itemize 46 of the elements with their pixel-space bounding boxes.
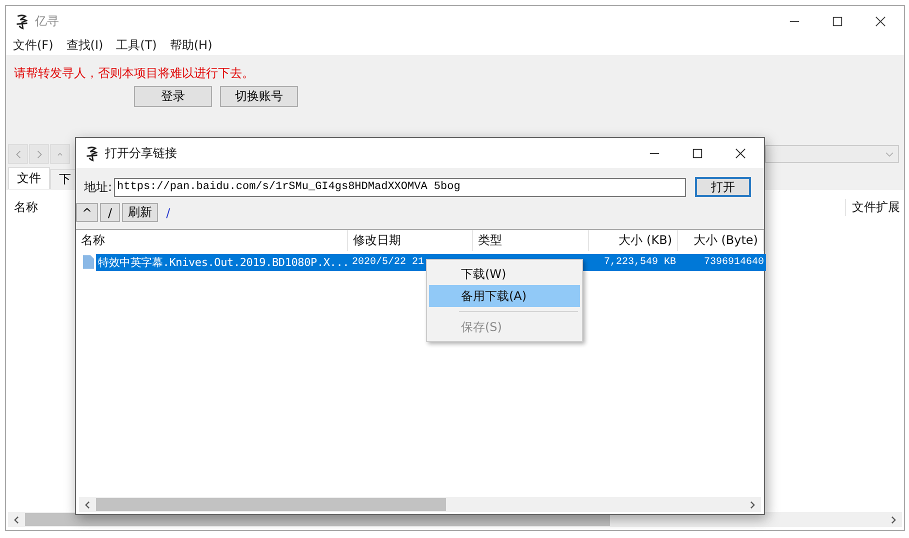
toolbar-button[interactable]: ^ [76, 203, 98, 222]
column-header[interactable]: 大小 (Byte) [678, 230, 764, 251]
tab[interactable]: 文件 [8, 167, 50, 189]
size-kb: 7,223,549 KB [602, 256, 677, 268]
size-bytes: 7396914640 [702, 256, 765, 268]
chevron-up-icon [57, 152, 63, 156]
open-button[interactable]: 打开 [695, 177, 752, 197]
column-header[interactable]: 修改日期 [348, 230, 473, 251]
file-name: 特效中英字幕.Knives.Out.2019.BD1080P.X... [97, 254, 348, 270]
address-field[interactable]: https://pan.baidu.com/s/1rSMu_GI4gs8HDMadXXOMVA 5bog [114, 178, 686, 196]
notice-text: 请帮转发寻人，否则本项目将难以进行下去。 [14, 65, 255, 82]
menu-item[interactable]: 工具(T) [116, 37, 157, 54]
menu-item[interactable]: 帮助(H) [170, 37, 212, 54]
login-button[interactable]: 登录 [134, 86, 212, 107]
column-header[interactable]: 文件扩展 [845, 199, 900, 216]
toolbar-button[interactable]: / [100, 203, 120, 222]
chevron-right-icon[interactable] [891, 516, 896, 524]
modified-date: 2020/5/22 21 [351, 256, 426, 268]
chevron-left-icon[interactable] [85, 500, 90, 508]
menu-item[interactable]: 查找(I) [66, 37, 104, 54]
menu-item[interactable]: 文件(F) [13, 37, 54, 54]
maximize-icon[interactable] [832, 16, 843, 26]
horizontal-scrollbar[interactable] [79, 497, 761, 512]
chevron-right-icon[interactable] [750, 500, 755, 508]
column-header[interactable]: 大小 (KB) [589, 230, 678, 251]
file-icon [83, 255, 94, 269]
logo-icon [15, 12, 29, 30]
column-header[interactable]: 名称 [76, 230, 348, 251]
column-header[interactable]: 类型 [473, 230, 589, 251]
close-icon[interactable] [735, 148, 746, 158]
window-title: 亿寻 [35, 12, 59, 30]
chevron-left-icon[interactable] [14, 516, 19, 524]
chevron-left-icon [14, 150, 22, 158]
refresh-button[interactable]: 刷新 [122, 203, 158, 222]
logo-icon [85, 144, 99, 162]
dialog-title: 打开分享链接 [105, 144, 177, 162]
context-menu-item[interactable]: 备用下载(A) [429, 285, 580, 307]
path-link[interactable]: / [166, 206, 170, 220]
context-menu-item[interactable]: 下载(W) [429, 263, 580, 285]
close-icon[interactable] [875, 16, 886, 26]
switch-account-button[interactable]: 切换账号 [220, 86, 298, 107]
address-label: 地址: [84, 178, 112, 196]
maximize-icon[interactable] [692, 148, 703, 158]
chevron-right-icon [36, 150, 42, 158]
column-header[interactable]: 名称 [14, 199, 38, 216]
chevron-down-icon [885, 152, 894, 156]
